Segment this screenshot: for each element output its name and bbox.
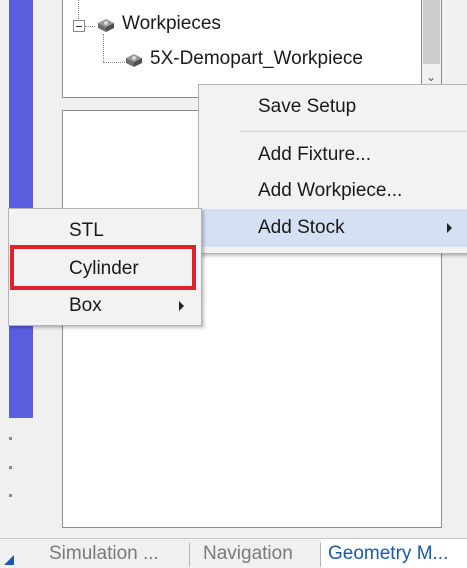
tree-item-5x-demopart-workpiece[interactable]: 5X-Demopart_Workpiece	[123, 48, 363, 70]
menu-item-label: Add Workpiece...	[258, 180, 403, 201]
collapse-icon[interactable]	[73, 20, 85, 32]
grip-dot	[9, 494, 12, 497]
tree-item-label: Workpieces	[122, 13, 221, 34]
tree-connector	[103, 62, 125, 63]
menu-item-label: Add Fixture...	[258, 144, 371, 165]
grip-dot	[9, 466, 12, 469]
tab-geometry[interactable]: Geometry M...	[321, 539, 467, 568]
submenu-item-box[interactable]: Box	[9, 288, 201, 324]
menu-separator	[240, 131, 467, 132]
menu-item-label: STL	[69, 220, 104, 241]
menu-item-add-fixture[interactable]: Add Fixture...	[199, 137, 467, 173]
resize-grip-icon[interactable]	[4, 555, 14, 565]
highlight-box	[10, 245, 196, 290]
menu-item-label: Add Stock	[258, 217, 345, 238]
tree-connector	[103, 34, 104, 62]
submenu-arrow-icon	[179, 301, 184, 311]
context-menu: Save Setup Add Fixture... Add Workpiece.…	[198, 84, 467, 254]
tree-connector	[85, 26, 95, 27]
submenu-arrow-icon	[447, 223, 452, 233]
tab-separator	[189, 543, 190, 567]
tab-bar: Simulation ... Navigation Geometry M...	[0, 538, 467, 568]
chevron-down-icon[interactable]: ⌄	[426, 70, 436, 84]
menu-item-add-workpiece[interactable]: Add Workpiece...	[199, 173, 467, 209]
tab-simulation[interactable]: Simulation ...	[42, 539, 188, 568]
tab-label: Simulation ...	[49, 543, 159, 564]
tree-item-label: 5X-Demopart_Workpiece	[150, 48, 363, 69]
tab-label: Navigation	[203, 543, 293, 564]
workpiece-icon	[126, 54, 142, 67]
tree-connector	[78, 0, 79, 19]
tab-label: Geometry M...	[328, 543, 449, 564]
tree-item-workpieces[interactable]: Workpieces	[95, 13, 221, 35]
menu-item-label: Save Setup	[258, 96, 357, 117]
tab-navigation[interactable]: Navigation	[196, 539, 320, 568]
menu-item-label: Box	[69, 295, 102, 316]
grip-dot	[9, 437, 12, 440]
scroll-thumb[interactable]	[423, 0, 440, 64]
workpiece-icon	[98, 19, 114, 32]
menu-item-add-stock[interactable]: Add Stock	[199, 209, 467, 247]
menu-item-save-setup[interactable]: Save Setup	[199, 89, 467, 125]
